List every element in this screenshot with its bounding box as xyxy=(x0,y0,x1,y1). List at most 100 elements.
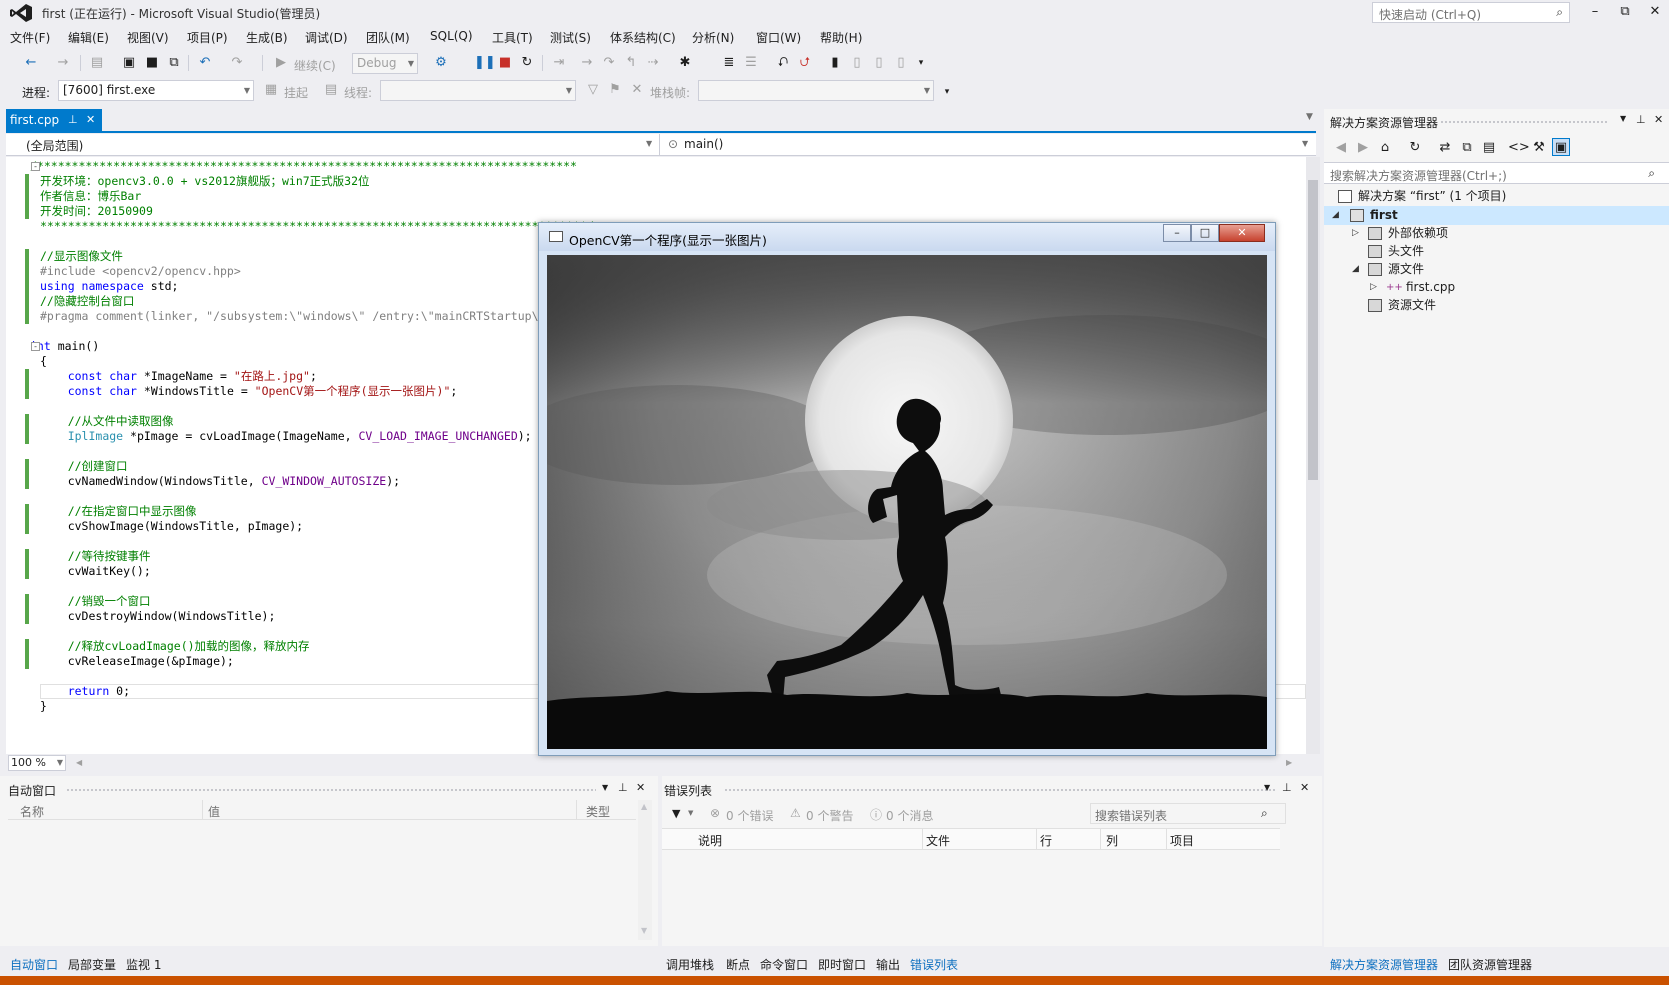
code-line[interactable]: ****************************************… xyxy=(40,219,594,234)
tree-item-source-files[interactable]: ◢ 源文件 xyxy=(1324,260,1669,279)
opencv-maximize-button[interactable]: □ xyxy=(1191,224,1219,242)
menu-edit[interactable]: 编辑(E) xyxy=(68,29,109,46)
code-line[interactable]: cvReleaseImage(&pImage); xyxy=(40,654,234,669)
code-line[interactable]: IplImage *pImage = cvLoadImage(ImageName… xyxy=(40,429,532,444)
forward-icon[interactable]: → xyxy=(54,54,72,72)
back-icon[interactable]: ← xyxy=(22,54,40,72)
code-line[interactable]: //从文件中读取图像 xyxy=(40,414,174,429)
code-line[interactable]: cvWaitKey(); xyxy=(40,564,151,579)
code-line[interactable]: 作者信息：博乐Bar xyxy=(40,189,141,204)
open-file-icon[interactable]: ▣ xyxy=(120,54,138,72)
pin-icon[interactable]: ⊥ xyxy=(618,781,628,794)
tree-item-project[interactable]: ◢ first xyxy=(1324,206,1669,225)
collapse-region-icon[interactable]: - xyxy=(31,162,40,171)
flag-icon[interactable]: ⚑ xyxy=(606,81,624,99)
step-into-icon[interactable]: → xyxy=(578,54,596,72)
code-line[interactable]: const char *ImageName = "在路上.jpg"; xyxy=(40,369,317,384)
opencv-title-bar[interactable]: OpenCV第一个程序(显示一张图片) – □ ✕ xyxy=(539,223,1275,251)
code-line[interactable]: //创建窗口 xyxy=(40,459,128,474)
properties-icon[interactable]: ⚒ xyxy=(1530,139,1548,157)
tab-autos[interactable]: 自动窗口 xyxy=(10,956,58,973)
pin-icon[interactable]: ⊥ xyxy=(1636,113,1646,126)
tree-item-external-deps[interactable]: ▷ 外部依赖项 xyxy=(1324,224,1669,243)
editor-scroll-thumb[interactable] xyxy=(1308,180,1318,480)
continue-icon[interactable]: ▶ xyxy=(272,54,290,72)
restart-icon[interactable]: ↻ xyxy=(518,54,536,72)
menu-window[interactable]: 窗口(W) xyxy=(756,29,801,46)
solution-config-select[interactable]: Debug ▼ xyxy=(352,53,418,74)
prev-bookmark-icon[interactable]: ▯ xyxy=(848,54,866,72)
zoom-select[interactable]: 100 % ▼ xyxy=(8,755,66,771)
code-line[interactable]: //等待按键事件 xyxy=(40,549,151,564)
stack-icon[interactable]: ☰ xyxy=(742,54,760,72)
filter-icon[interactable]: ▽ xyxy=(584,81,602,99)
show-next-statement-icon[interactable]: ⇥ xyxy=(550,54,568,72)
column-description[interactable]: 说明 xyxy=(698,832,722,849)
menu-file[interactable]: 文件(F) xyxy=(10,29,50,46)
code-line[interactable]: cvNamedWindow(WindowsTitle, CV_WINDOW_AU… xyxy=(40,474,400,489)
close-panel-icon[interactable]: ✕ xyxy=(1300,781,1309,794)
step-out-icon[interactable]: ↰ xyxy=(622,54,640,72)
code-line[interactable]: using namespace std; xyxy=(40,279,178,294)
code-line[interactable]: #include <opencv2/opencv.hpp> xyxy=(40,264,241,279)
tab-immediate-window[interactable]: 即时窗口 xyxy=(818,956,866,973)
sync-icon[interactable]: ⇄ xyxy=(1436,139,1454,157)
panel-menu-icon[interactable]: ▼ xyxy=(602,783,608,792)
redo-icon[interactable]: ↷ xyxy=(228,54,246,72)
hex-display-icon[interactable]: ✱ xyxy=(676,54,694,72)
save-icon[interactable]: ■ xyxy=(143,54,161,72)
collapse-all-icon[interactable]: ⧉ xyxy=(1458,139,1476,157)
code-line[interactable]: } xyxy=(40,699,47,714)
code-line[interactable]: /***************************************… xyxy=(30,159,577,174)
opencv-minimize-button[interactable]: – xyxy=(1163,224,1191,242)
bookmark-icon[interactable]: ▮ xyxy=(826,54,844,72)
forward-icon[interactable]: ▶ xyxy=(1354,139,1372,157)
menu-architecture[interactable]: 体系结构(C) xyxy=(610,29,676,46)
column-file[interactable]: 文件 xyxy=(926,832,950,849)
code-line[interactable]: int main() xyxy=(30,339,99,354)
clear-bookmarks-icon[interactable]: ▯ xyxy=(892,54,910,72)
code-line[interactable]: //显示图像文件 xyxy=(40,249,123,264)
tab-error-list[interactable]: 错误列表 xyxy=(910,956,958,973)
close-tab-icon[interactable]: ✕ xyxy=(86,113,95,126)
opencv-close-button[interactable]: ✕ xyxy=(1219,224,1265,242)
code-line[interactable]: cvShowImage(WindowsTitle, pImage); xyxy=(40,519,303,534)
scope-select[interactable]: (全局范围) ▼ xyxy=(6,134,660,155)
column-name[interactable]: 名称 xyxy=(20,803,44,820)
menu-build[interactable]: 生成(B) xyxy=(246,29,288,46)
toolbar-overflow-icon[interactable]: ▾ xyxy=(912,54,930,72)
code-line[interactable]: cvDestroyWindow(WindowsTitle); xyxy=(40,609,276,624)
threads-icon[interactable]: ≣ xyxy=(720,54,738,72)
close-panel-icon[interactable]: ✕ xyxy=(1654,113,1663,126)
menu-sql[interactable]: SQL(Q) xyxy=(430,29,473,43)
new-project-icon[interactable]: ▤ xyxy=(88,54,106,72)
show-all-files-icon[interactable]: ▤ xyxy=(1480,139,1498,157)
close-panel-icon[interactable]: ✕ xyxy=(636,781,645,794)
scroll-right-icon[interactable]: ▶ xyxy=(1286,758,1292,767)
pin-icon[interactable]: ⊥ xyxy=(68,113,78,126)
preview-icon[interactable]: ▣ xyxy=(1552,138,1570,156)
code-line[interactable]: 开发时间：20150909 xyxy=(40,204,153,219)
solution-search-input[interactable]: 搜索解决方案资源管理器(Ctrl+;) ⌕ xyxy=(1324,162,1669,184)
code-line[interactable]: #pragma comment(linker, "/subsystem:\"wi… xyxy=(40,309,559,324)
column-column[interactable]: 列 xyxy=(1106,832,1118,849)
collapsed-arrow-icon[interactable]: ▷ xyxy=(1370,278,1377,297)
back-icon[interactable]: ◀ xyxy=(1332,139,1350,157)
tab-solution-explorer[interactable]: 解决方案资源管理器 xyxy=(1330,956,1438,973)
code-line[interactable]: const char *WindowsTitle = "OpenCV第一个程序(… xyxy=(40,384,458,399)
column-value[interactable]: 值 xyxy=(208,803,220,820)
menu-debug[interactable]: 调试(D) xyxy=(305,29,348,46)
scroll-left-icon[interactable]: ◀ xyxy=(76,758,82,767)
attach-icon[interactable]: ⚙ xyxy=(432,54,450,72)
pin-icon[interactable]: ⊥ xyxy=(1282,781,1292,794)
clear-breakpoints-icon[interactable]: ⮍ xyxy=(796,54,814,72)
restore-button[interactable]: ⧉ xyxy=(1612,3,1638,21)
thread-select[interactable]: ▼ xyxy=(380,80,576,101)
messages-count-toggle[interactable]: 0 个消息 xyxy=(886,807,933,824)
column-line[interactable]: 行 xyxy=(1040,832,1052,849)
next-bookmark-icon[interactable]: ▯ xyxy=(870,54,888,72)
lifecycle-events-icon[interactable]: ▦ xyxy=(262,81,280,99)
quick-launch-input[interactable]: 快速启动 (Ctrl+Q) ⌕ xyxy=(1372,2,1570,23)
continue-label[interactable]: 继续(C) xyxy=(294,57,336,74)
menu-test[interactable]: 测试(S) xyxy=(550,29,591,46)
